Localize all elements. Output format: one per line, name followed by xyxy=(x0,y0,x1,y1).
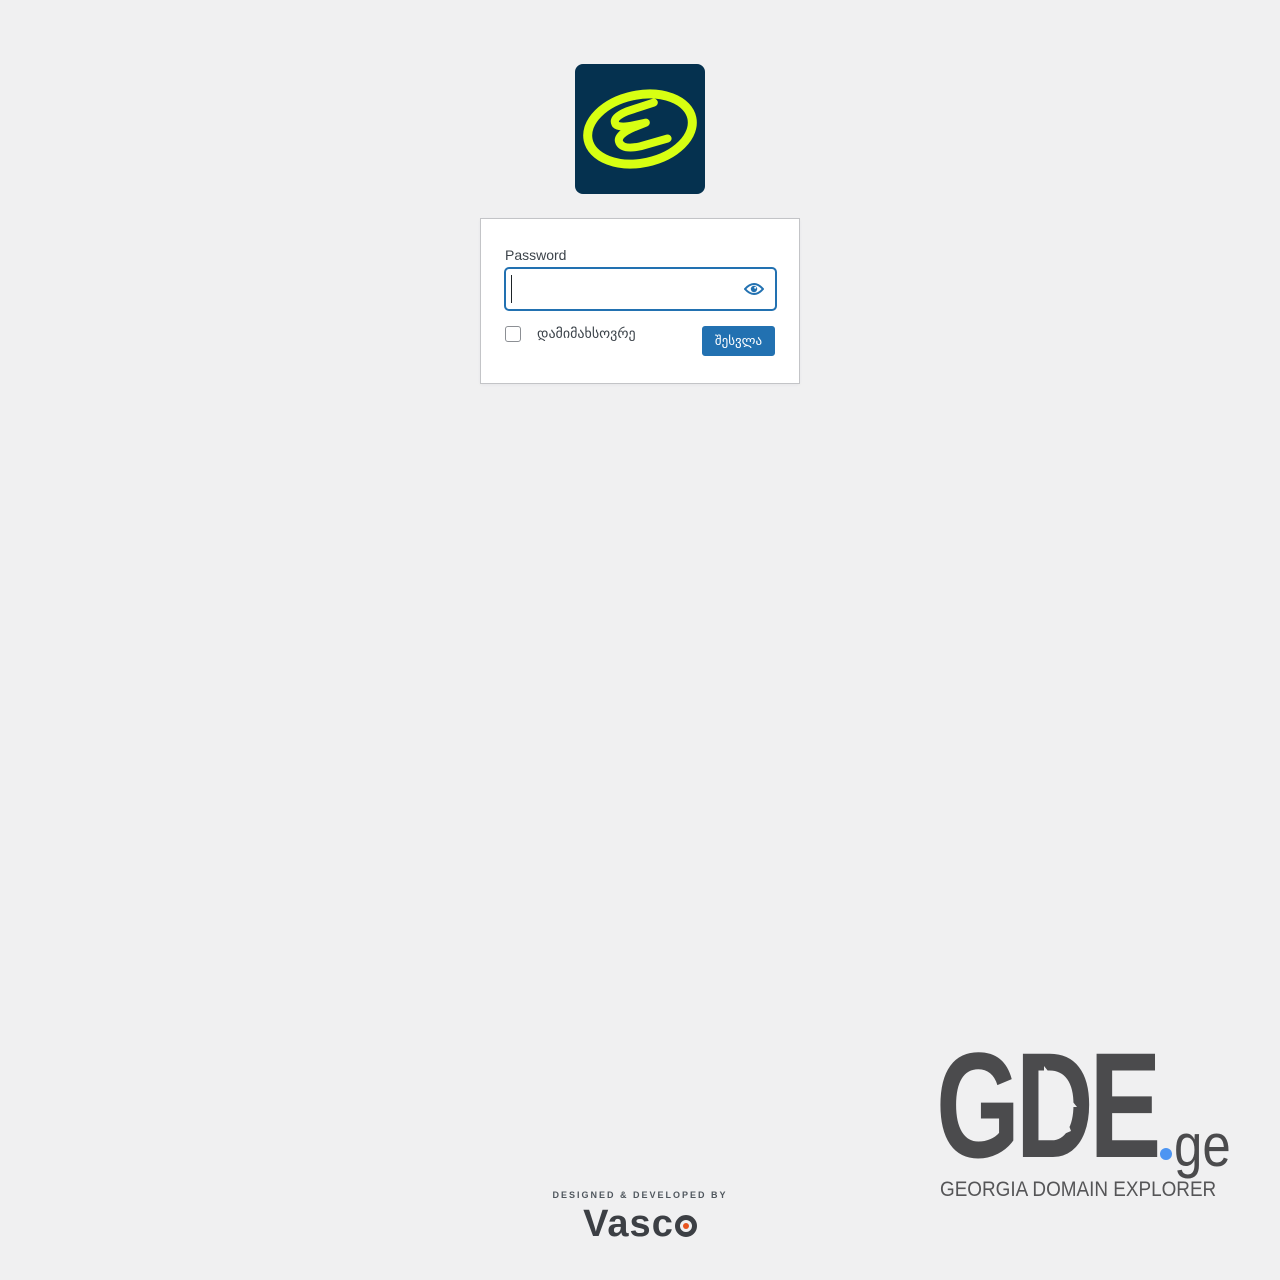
gde-tagline: GEORGIA DOMAIN EXPLORER xyxy=(940,1178,1217,1201)
eye-icon xyxy=(744,283,764,295)
remember-label[interactable]: დამიმახსოვრე xyxy=(537,326,636,342)
vasco-o-dot-icon xyxy=(674,1215,697,1237)
remember-checkbox[interactable] xyxy=(505,326,521,342)
site-logo[interactable] xyxy=(575,64,705,194)
show-password-button[interactable] xyxy=(739,274,769,304)
password-input[interactable] xyxy=(506,269,736,309)
developer-credit[interactable]: DESIGNED & DEVELOPED BY Vasc xyxy=(540,1190,740,1244)
password-field[interactable] xyxy=(505,268,776,310)
vasco-logo-text: Vasc xyxy=(583,1203,674,1245)
remember-me: დამიმახსოვრე xyxy=(505,326,636,342)
login-submit-button[interactable]: შესვლა xyxy=(702,326,775,356)
text-caret xyxy=(511,275,512,303)
cursor-arrow-icon xyxy=(1044,1066,1077,1134)
login-form: Password დამიმახსოვრე შესვლა xyxy=(480,218,800,384)
gde-tld-text: ge xyxy=(1174,1112,1231,1179)
login-page: Password დამიმახსოვრე შესვლა DESIGNED & … xyxy=(0,0,1280,1280)
gde-blue-dot-icon xyxy=(1160,1148,1172,1160)
gde-logo[interactable]: GDE ge GEORGIA DOMAIN EXPLORER xyxy=(936,1030,1246,1210)
site-logo-emblem-icon xyxy=(583,89,697,169)
vasco-logo: Vasc xyxy=(583,1204,697,1244)
credit-text: DESIGNED & DEVELOPED BY xyxy=(552,1190,728,1200)
password-label: Password xyxy=(505,247,567,263)
